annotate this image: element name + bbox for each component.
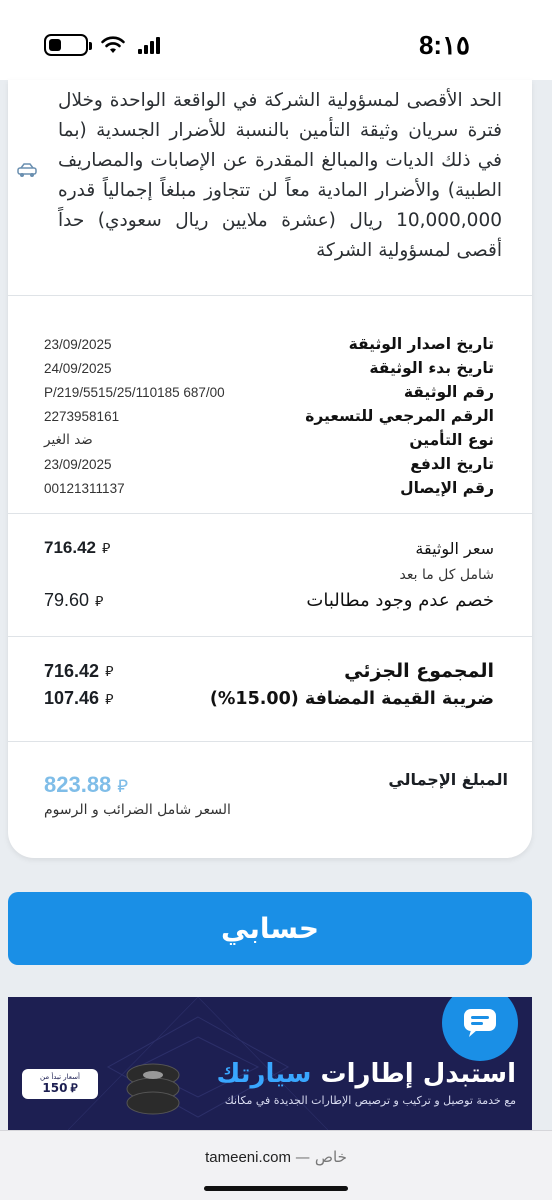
info-label: تاريخ اصدار الوثيقة	[348, 335, 494, 353]
divider	[8, 741, 532, 742]
riyal-icon: ⃁	[102, 541, 111, 557]
info-label: رقم الإيصال	[400, 479, 494, 497]
url-display[interactable]: tameeni.com — خاص	[0, 1148, 552, 1166]
info-label: نوع التأمين	[409, 431, 494, 449]
subtotal-label: المجموع الجزئي	[344, 660, 494, 682]
includes-note-row: شامل كل ما بعد	[44, 567, 494, 583]
home-indicator	[204, 1186, 348, 1191]
riyal-icon: ⃁	[117, 775, 128, 797]
info-value: 00121311137	[44, 480, 125, 496]
info-value: 24/09/2025	[44, 360, 112, 376]
riyal-icon: ⃁	[105, 664, 114, 680]
banner-title: استبدل إطارات سيارتك	[216, 1059, 516, 1089]
info-row-receipt-number: 00121311137 رقم الإيصال	[44, 476, 494, 500]
battery-icon	[44, 34, 92, 56]
url-domain: tameeni.com	[205, 1149, 291, 1166]
riyal-icon: ⃁	[95, 593, 104, 610]
info-label: تاريخ الدفع	[410, 455, 494, 473]
policy-price-label: سعر الوثيقة	[415, 538, 494, 558]
subtotal-row: 716.42 ⃁ المجموع الجزئي	[44, 660, 494, 682]
info-value: 23/09/2025	[44, 456, 112, 472]
info-label: رقم الوثيقة	[403, 383, 494, 401]
info-row-payment-date: 23/09/2025 تاريخ الدفع	[44, 452, 494, 476]
policy-price-value: 716.42 ⃁	[44, 538, 111, 557]
status-icons	[44, 34, 160, 56]
vat-label: ضريبة القيمة المضافة (15.00%)	[209, 688, 494, 709]
policy-price-row: 716.42 ⃁ سعر الوثيقة	[44, 538, 494, 558]
info-value: 23/09/2025	[44, 336, 112, 352]
vat-row: 107.46 ⃁ ضريبة القيمة المضافة (15.00%)	[44, 688, 494, 709]
status-bar: 8:١٥	[0, 0, 552, 80]
wifi-icon	[101, 36, 125, 53]
vat-value: 107.46 ⃁	[44, 688, 114, 708]
info-value: P/219/5515/25/110185 687/00	[44, 384, 225, 400]
no-claims-label: خصم عدم وجود مطالبات	[306, 590, 494, 611]
banner-subtitle: مع خدمة توصيل و تركيب و ترصيص الإطارات ا…	[224, 1094, 516, 1107]
divider	[8, 295, 532, 296]
total-label: المبلغ الإجمالي	[388, 770, 508, 789]
liability-text: الحد الأقصى لمسؤولية الشركة في الواقعة ا…	[58, 90, 502, 261]
policy-summary-card: الحد الأقصى لمسؤولية الشركة في الواقعة ا…	[8, 80, 532, 858]
tire-stack-icon	[126, 1063, 180, 1115]
private-label: خاص	[314, 1148, 347, 1166]
status-time: 8:١٥	[418, 30, 470, 60]
cellular-signal-icon	[138, 36, 160, 54]
divider	[8, 636, 532, 637]
info-value: 2273958161	[44, 408, 120, 424]
tires-promo-banner[interactable]: أسعار تبدأ من 150 ⃁ استبدل إطارات سيارتك…	[8, 997, 532, 1130]
riyal-icon: ⃁	[105, 691, 114, 708]
info-label: الرقم المرجعي للتسعيرة	[305, 407, 494, 425]
chat-support-button[interactable]	[442, 997, 518, 1061]
total-value: 823.88 ⃁	[44, 772, 128, 797]
price-badge: أسعار تبدأ من 150 ⃁	[22, 1069, 98, 1099]
total-note: السعر شامل الضرائب و الرسوم	[44, 802, 231, 818]
car-icon	[17, 163, 37, 177]
info-row-policy-number: P/219/5515/25/110185 687/00 رقم الوثيقة	[44, 380, 494, 404]
info-value: ضد الغير	[44, 432, 93, 448]
info-row-start-date: 24/09/2025 تاريخ بدء الوثيقة	[44, 356, 494, 380]
divider	[8, 513, 532, 514]
info-row-quote-reference: 2273958161 الرقم المرجعي للتسعيرة	[44, 404, 494, 428]
chat-icon	[464, 1009, 496, 1037]
subtotal-value: 716.42 ⃁	[44, 660, 114, 681]
info-label: تاريخ بدء الوثيقة	[369, 359, 494, 377]
no-claims-row: 79.60 ⃁ خصم عدم وجود مطالبات	[44, 590, 494, 611]
no-claims-value: 79.60 ⃁	[44, 590, 104, 610]
info-row-issue-date: 23/09/2025 تاريخ اصدار الوثيقة	[44, 332, 494, 356]
info-row-insurance-type: ضد الغير نوع التأمين	[44, 428, 494, 452]
includes-note: شامل كل ما بعد	[399, 567, 494, 583]
riyal-icon: ⃁	[70, 1080, 78, 1095]
my-account-button[interactable]: حسابي	[8, 892, 532, 965]
